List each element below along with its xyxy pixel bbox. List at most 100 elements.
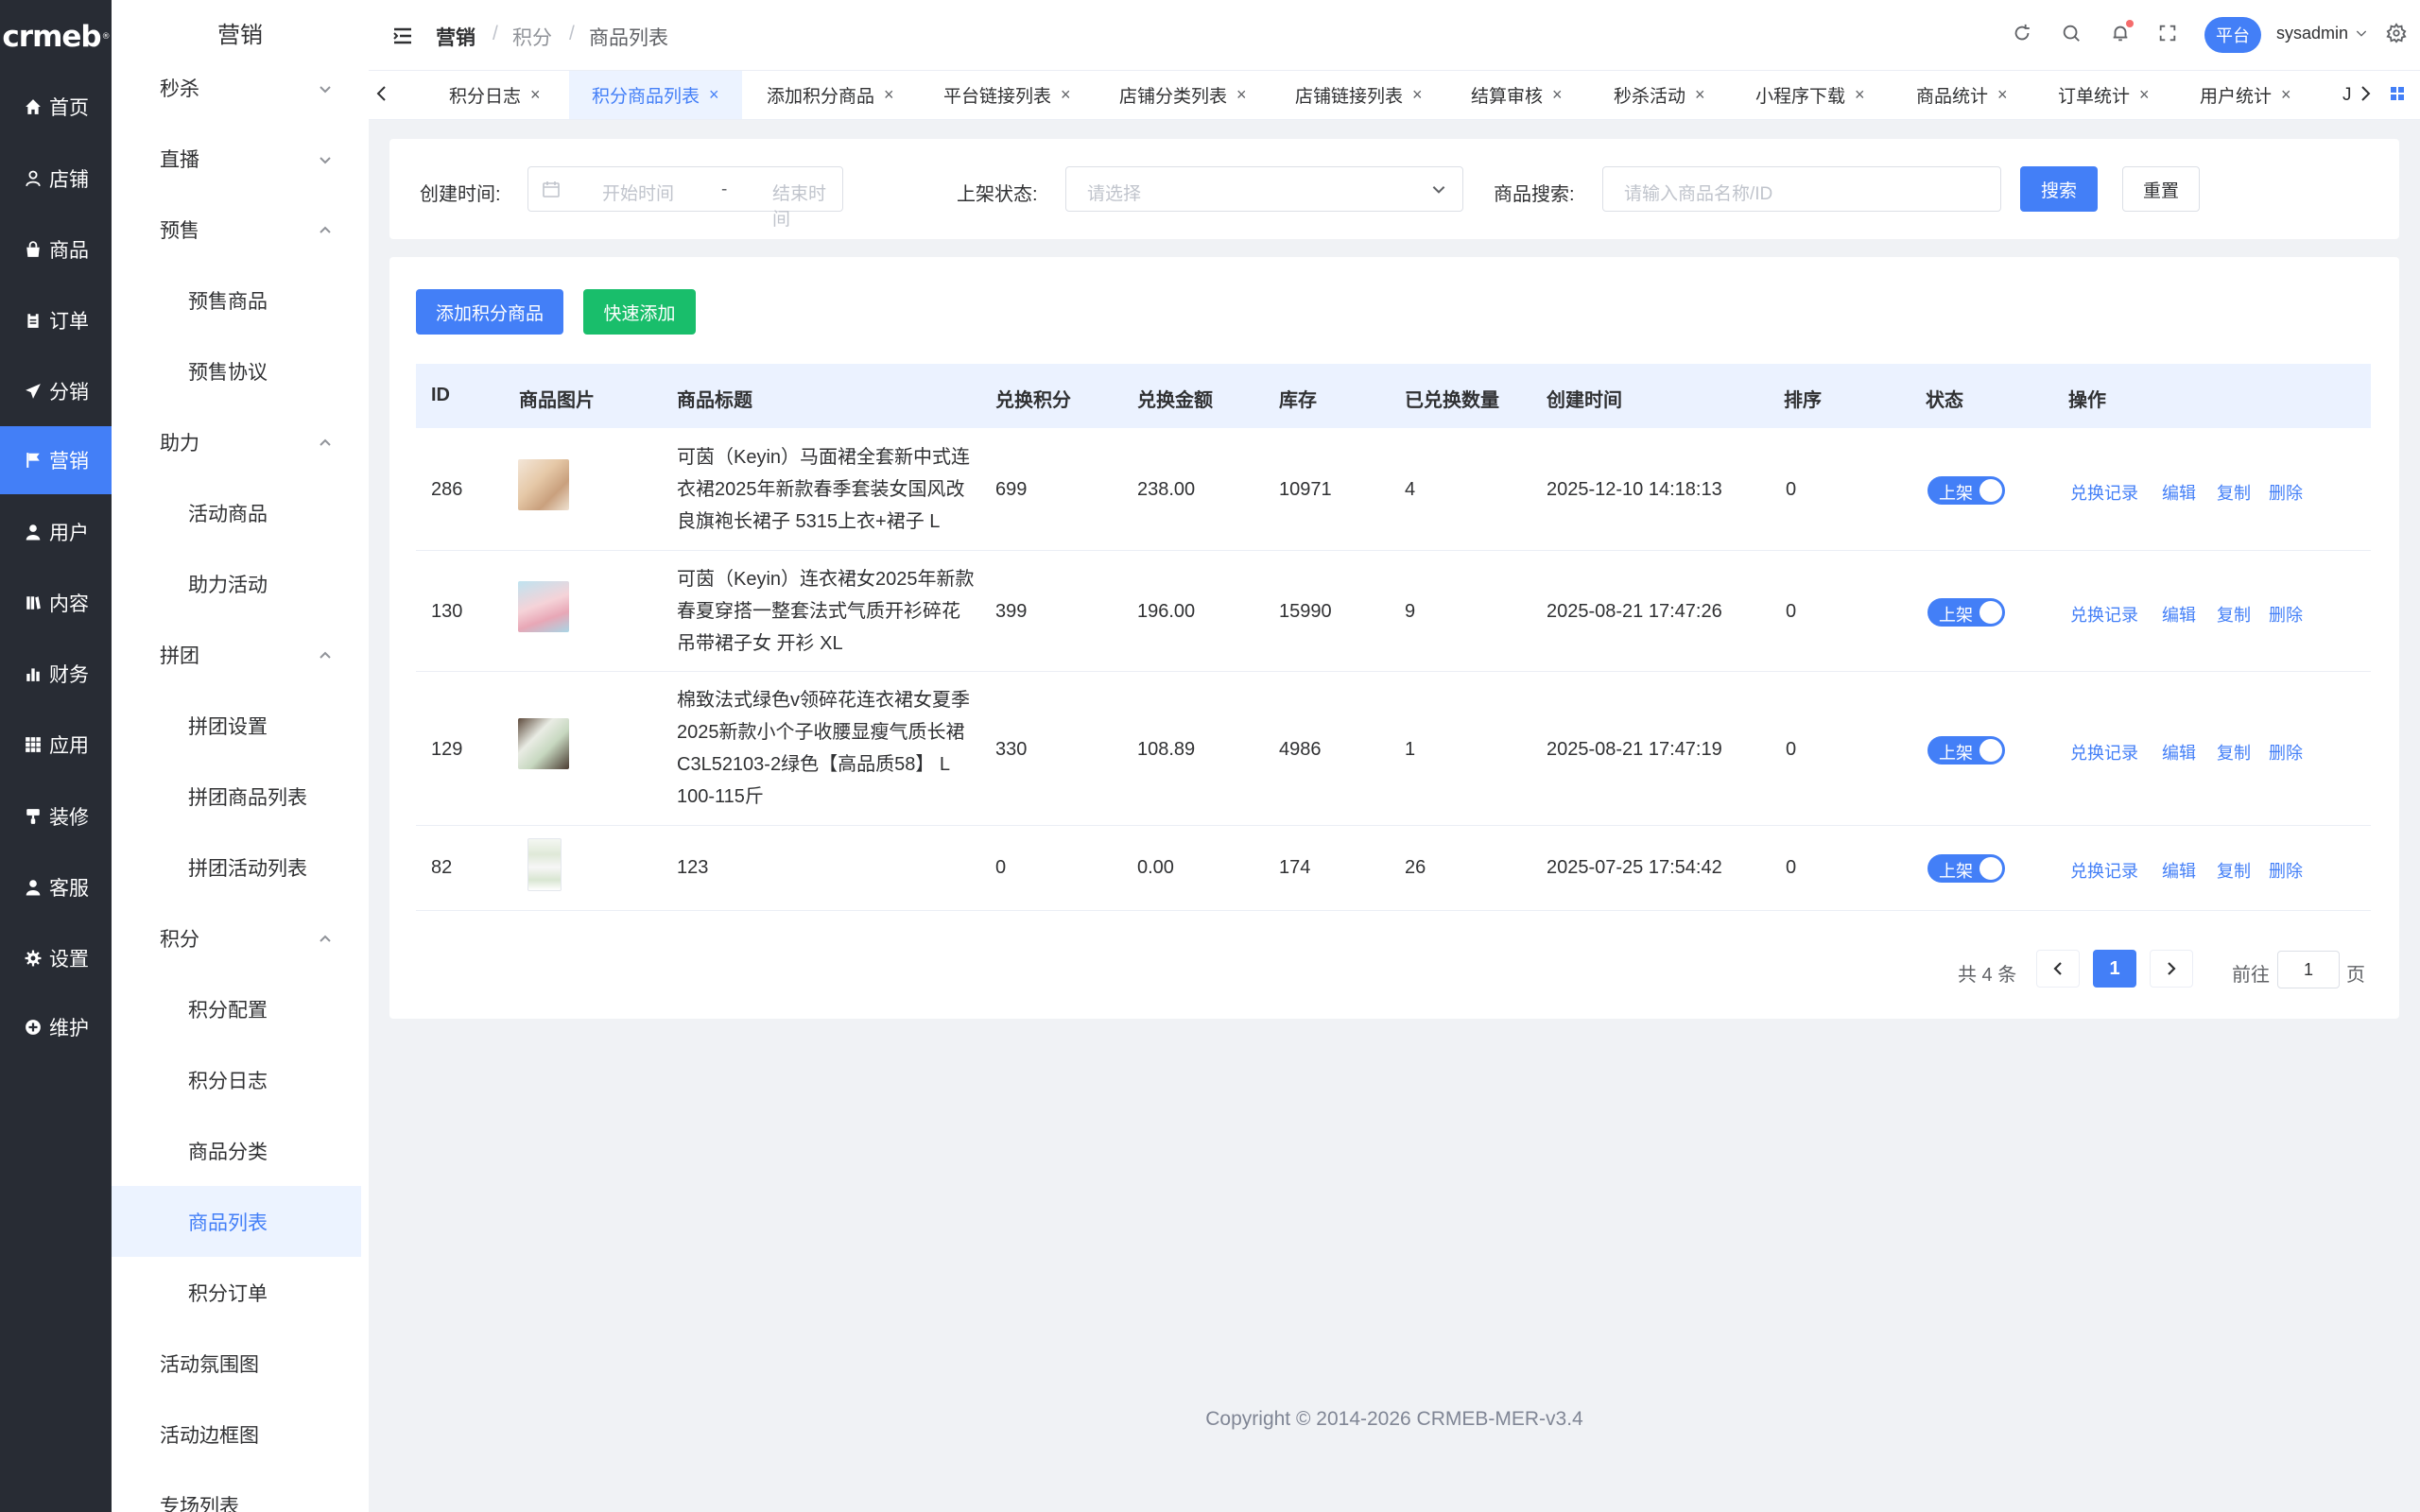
close-icon[interactable]: × <box>709 85 719 105</box>
main-nav-store[interactable]: 店铺 <box>0 145 112 213</box>
tab-platform-links[interactable]: 平台链接列表 × <box>943 71 1071 119</box>
submenu-item-points-log[interactable]: 积分日志 <box>112 1044 361 1115</box>
close-icon[interactable]: × <box>1552 85 1563 105</box>
submenu-item-presale-goods[interactable]: 预售商品 <box>112 265 361 335</box>
main-nav-service[interactable]: 客服 <box>0 853 112 921</box>
date-range-picker[interactable]: 开始时间 - 结束时间 <box>527 166 843 230</box>
submenu-item-atmosphere[interactable]: 活动氛围图 <box>112 1328 361 1399</box>
tab-points-log[interactable]: 积分日志 × <box>449 71 541 119</box>
submenu-group-groupbuy[interactable]: 拼团 <box>112 619 361 690</box>
status-toggle[interactable]: 上架 <box>1927 736 2005 765</box>
status-select[interactable]: 请选择 <box>1065 166 1463 212</box>
breadcrumb-points[interactable]: 积分 <box>512 23 552 51</box>
submenu-item-presale-agreement[interactable]: 预售协议 <box>112 335 361 406</box>
add-points-goods-button[interactable]: 添加积分商品 <box>416 289 563 335</box>
tab-add-points-goods[interactable]: 添加积分商品 × <box>767 71 894 119</box>
close-icon[interactable]: × <box>1236 85 1247 105</box>
main-nav-settings[interactable]: 设置 <box>0 924 112 992</box>
tab-store-categories[interactable]: 店铺分类列表 × <box>1119 71 1247 119</box>
submenu-item-assist-activity[interactable]: 助力活动 <box>112 548 361 619</box>
close-icon[interactable]: × <box>1412 85 1423 105</box>
bell-icon[interactable] <box>2110 20 2134 45</box>
platform-badge[interactable]: 平台 <box>2204 17 2261 53</box>
submenu-item-border[interactable]: 活动边框图 <box>112 1399 361 1469</box>
start-time-placeholder[interactable]: 开始时间 <box>602 180 674 205</box>
tab-truncated[interactable]: J <box>2342 71 2352 119</box>
delete-link[interactable]: 删除 <box>2269 602 2303 627</box>
submenu-group-points[interactable]: 积分 <box>112 902 361 973</box>
copy-link[interactable]: 复制 <box>2217 480 2251 505</box>
submenu-item-points-category[interactable]: 商品分类 <box>112 1115 361 1186</box>
end-time-placeholder[interactable]: 结束时间 <box>772 180 842 231</box>
exchange-records-link[interactable]: 兑换记录 <box>2070 602 2138 627</box>
edit-link[interactable]: 编辑 <box>2162 602 2196 627</box>
submenu-group-live[interactable]: 直播 <box>112 123 361 194</box>
exchange-records-link[interactable]: 兑换记录 <box>2070 740 2138 765</box>
main-nav-order[interactable]: 订单 <box>0 286 112 354</box>
close-icon[interactable]: × <box>2139 85 2150 105</box>
main-nav-marketing[interactable]: 营销 <box>0 426 112 494</box>
crmeb-logo[interactable]: crmeb ® <box>0 0 112 74</box>
close-icon[interactable]: × <box>530 85 541 105</box>
search-icon[interactable] <box>2061 23 2083 45</box>
copy-link[interactable]: 复制 <box>2217 740 2251 765</box>
tab-goods-stats[interactable]: 商品统计 × <box>1916 71 2008 119</box>
username[interactable]: sysadmin <box>2276 24 2348 43</box>
close-icon[interactable]: × <box>884 85 894 105</box>
copy-link[interactable]: 复制 <box>2217 858 2251 883</box>
close-icon[interactable]: × <box>1997 85 2008 105</box>
edit-link[interactable]: 编辑 <box>2162 858 2196 883</box>
status-toggle[interactable]: 上架 <box>1927 854 2005 883</box>
refresh-icon[interactable] <box>2012 23 2034 45</box>
main-nav-distribution[interactable]: 分销 <box>0 357 112 425</box>
submenu-item-special[interactable]: 专场列表 <box>112 1469 361 1512</box>
product-image[interactable] <box>518 718 569 769</box>
status-toggle[interactable]: 上架 <box>1927 476 2005 505</box>
goto-page-input[interactable]: 1 <box>2277 951 2340 988</box>
submenu-item-groupbuy-goods[interactable]: 拼团商品列表 <box>112 761 361 832</box>
close-icon[interactable]: × <box>1855 85 1865 105</box>
next-page-button[interactable] <box>2150 950 2193 988</box>
breadcrumb-marketing[interactable]: 营销 <box>436 23 475 51</box>
tab-order-stats[interactable]: 订单统计 × <box>2058 71 2150 119</box>
status-toggle[interactable]: 上架 <box>1927 598 2005 627</box>
tabs-scroll-left-icon[interactable] <box>374 84 393 107</box>
product-image[interactable] <box>518 459 569 510</box>
submenu-item-points-goods-list[interactable]: 商品列表 <box>112 1186 361 1257</box>
product-image[interactable] <box>518 581 569 632</box>
settings-icon[interactable] <box>2386 23 2409 45</box>
main-nav-product[interactable]: 商品 <box>0 215 112 284</box>
copy-link[interactable]: 复制 <box>2217 602 2251 627</box>
tab-miniprogram-download[interactable]: 小程序下载 × <box>1755 71 1865 119</box>
chevron-down-icon[interactable] <box>2354 26 2377 48</box>
close-icon[interactable]: × <box>1061 85 1071 105</box>
product-search-input[interactable]: 请输入商品名称/ID <box>1602 166 2001 212</box>
menu-toggle-icon[interactable] <box>391 25 414 44</box>
reset-button[interactable]: 重置 <box>2122 166 2200 212</box>
delete-link[interactable]: 删除 <box>2269 740 2303 765</box>
submenu-item-groupbuy-settings[interactable]: 拼团设置 <box>112 690 361 761</box>
close-icon[interactable]: × <box>1695 85 1705 105</box>
submenu-group-seckill[interactable]: 秒杀 <box>112 52 361 123</box>
submenu-group-presale[interactable]: 预售 <box>112 194 361 265</box>
tab-store-links[interactable]: 店铺链接列表 × <box>1295 71 1423 119</box>
close-icon[interactable]: × <box>2281 85 2291 105</box>
page-number-current[interactable]: 1 <box>2093 950 2136 988</box>
delete-link[interactable]: 删除 <box>2269 480 2303 505</box>
main-nav-apps[interactable]: 应用 <box>0 711 112 779</box>
tab-seckill[interactable]: 秒杀活动 × <box>1614 71 1705 119</box>
submenu-item-groupbuy-activity[interactable]: 拼团活动列表 <box>112 832 361 902</box>
main-nav-home[interactable]: 首页 <box>0 73 112 141</box>
main-nav-finance[interactable]: 财务 <box>0 640 112 708</box>
main-nav-user[interactable]: 用户 <box>0 498 112 566</box>
tabs-menu-icon[interactable] <box>2390 84 2409 107</box>
submenu-item-assist-goods[interactable]: 活动商品 <box>112 477 361 548</box>
tab-settlement-review[interactable]: 结算审核 × <box>1471 71 1563 119</box>
main-nav-decoration[interactable]: 装修 <box>0 782 112 850</box>
prev-page-button[interactable] <box>2036 950 2080 988</box>
product-image[interactable] <box>527 838 562 891</box>
submenu-item-points-config[interactable]: 积分配置 <box>112 973 361 1044</box>
quick-add-button[interactable]: 快速添加 <box>583 289 696 335</box>
edit-link[interactable]: 编辑 <box>2162 740 2196 765</box>
exchange-records-link[interactable]: 兑换记录 <box>2070 858 2138 883</box>
